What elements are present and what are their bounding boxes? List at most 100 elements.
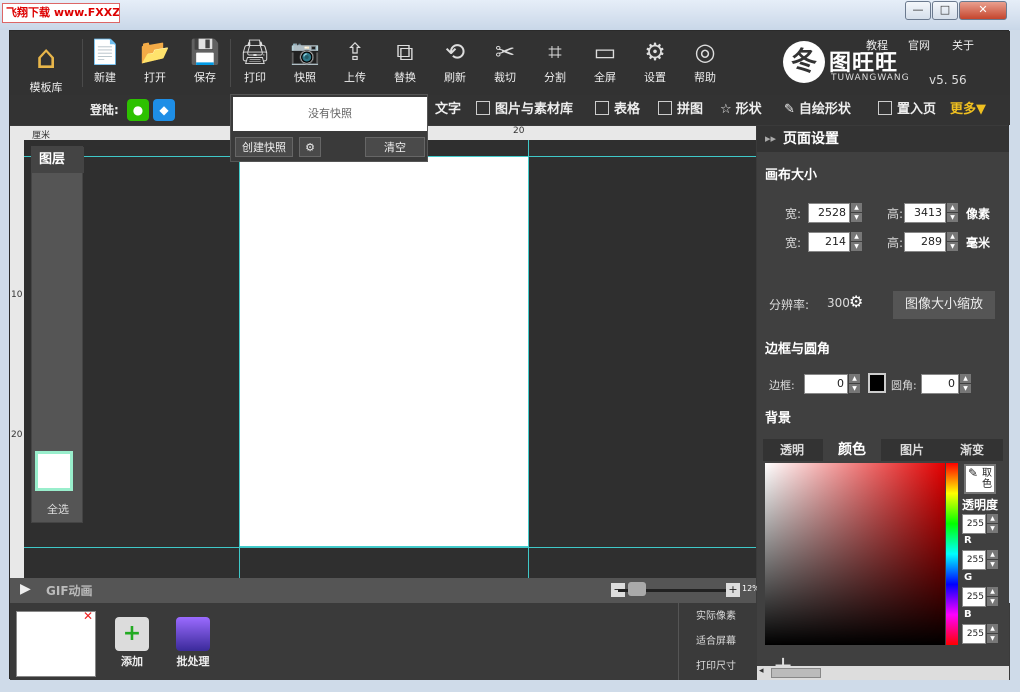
- height-mm-stepper[interactable]: ▲ ▼: [947, 232, 958, 252]
- snapshot-label: 快照: [294, 71, 316, 84]
- close-button[interactable]: ✕: [959, 1, 1007, 20]
- image-library-tool[interactable]: 图片与素材库: [476, 99, 573, 121]
- border-input[interactable]: 0: [804, 374, 848, 394]
- fit-screen-button[interactable]: 适合屏幕: [682, 630, 750, 654]
- color-picker-area[interactable]: [765, 463, 945, 645]
- width-px-input[interactable]: 2528: [808, 203, 850, 223]
- settings-button[interactable]: ⚙ 设置: [632, 37, 678, 95]
- collapse-icon[interactable]: ▸▸: [765, 126, 776, 152]
- delete-frame-icon[interactable]: ✕: [83, 609, 93, 623]
- template-library-button[interactable]: ⌂ 模板库: [18, 37, 74, 95]
- tab-gradient[interactable]: 渐变: [943, 439, 1001, 461]
- help-button[interactable]: ◎ 帮助: [682, 37, 728, 95]
- version-label: v5. 56: [929, 73, 967, 87]
- r-label: R: [964, 535, 972, 546]
- tutorial-link[interactable]: 教程: [866, 37, 888, 53]
- tab-color[interactable]: 颜色: [823, 439, 881, 461]
- batch-process-button[interactable]: 批处理: [173, 617, 213, 668]
- clear-snapshots-button[interactable]: 清空: [365, 137, 425, 157]
- play-icon[interactable]: ▶: [20, 581, 31, 597]
- text-tool[interactable]: 文字: [435, 99, 461, 121]
- b-input[interactable]: 255: [962, 624, 986, 644]
- ruler-unit: 厘米: [32, 131, 51, 141]
- border-color-swatch[interactable]: [868, 373, 886, 393]
- gif-frame-thumbnail[interactable]: ✕: [16, 609, 96, 677]
- height-mm-input[interactable]: 289: [904, 232, 946, 252]
- collage-tool[interactable]: 拼图: [658, 99, 703, 121]
- opacity-stepper[interactable]: ▲ ▼: [987, 514, 998, 534]
- upload-button[interactable]: ⇪ 上传: [332, 37, 378, 95]
- dpi-gear-icon[interactable]: ⚙: [849, 292, 863, 311]
- add-frame-button[interactable]: + 添加: [112, 617, 152, 668]
- printer-icon: 🖨: [239, 38, 271, 66]
- height-px-stepper[interactable]: ▲ ▼: [947, 203, 958, 223]
- shape-tool[interactable]: ☆ 形状: [720, 99, 762, 121]
- minimize-button[interactable]: —: [905, 1, 931, 20]
- border-heading: 边框与圆角: [765, 342, 831, 357]
- select-all-button[interactable]: 全选: [32, 498, 84, 522]
- r-stepper[interactable]: ▲ ▼: [987, 550, 998, 570]
- print-label: 打印: [244, 71, 266, 84]
- scroll-left-icon[interactable]: ◂: [759, 666, 764, 676]
- opacity-input[interactable]: 255: [962, 514, 986, 534]
- g-label: G: [964, 572, 973, 583]
- zoom-slider-handle[interactable]: [628, 582, 646, 596]
- logo-icon: 冬: [783, 41, 825, 83]
- more-menu[interactable]: 更多▼: [950, 99, 986, 121]
- star-icon: ☆: [720, 102, 732, 117]
- table-tool[interactable]: 表格: [595, 99, 640, 121]
- save-icon: 💾: [190, 38, 220, 66]
- radius-input[interactable]: 0: [921, 374, 959, 394]
- canvas-page[interactable]: [239, 156, 529, 547]
- insert-page-tool[interactable]: 置入页: [878, 99, 936, 121]
- border-stepper[interactable]: ▲ ▼: [849, 374, 860, 394]
- fullscreen-button[interactable]: ▭ 全屏: [582, 37, 628, 95]
- tab-image[interactable]: 图片: [883, 439, 941, 461]
- crop-button[interactable]: ✂ 裁切: [482, 37, 528, 95]
- split-label: 分割: [544, 71, 566, 84]
- print-size-button[interactable]: 打印尺寸: [682, 655, 750, 679]
- tab-transparent[interactable]: 透明: [763, 439, 821, 461]
- width-px-stepper[interactable]: ▲ ▼: [851, 203, 862, 223]
- radius-stepper[interactable]: ▲ ▼: [960, 374, 971, 394]
- width-mm-label: 宽:: [785, 236, 802, 250]
- refresh-label: 刷新: [444, 71, 466, 84]
- scrollbar-thumb[interactable]: [771, 668, 821, 678]
- g-input[interactable]: 255: [962, 587, 986, 607]
- refresh-button[interactable]: ⟲ 刷新: [432, 37, 478, 95]
- create-snapshot-button[interactable]: 创建快照: [235, 137, 293, 157]
- horizontal-scrollbar[interactable]: ◂: [757, 666, 1009, 680]
- snapshot-button[interactable]: 📷 快照: [282, 37, 328, 95]
- website-link[interactable]: 官网: [908, 37, 930, 53]
- r-input[interactable]: 255: [962, 550, 986, 570]
- height-px-input[interactable]: 3413: [904, 203, 946, 223]
- print-button[interactable]: 🖨 打印: [232, 37, 278, 95]
- actual-pixels-button[interactable]: 实际像素: [682, 605, 750, 629]
- help-icon: ◎: [694, 38, 716, 66]
- wechat-login-icon[interactable]: ●: [127, 99, 149, 121]
- layer-thumbnail[interactable]: [35, 451, 73, 491]
- replace-icon: ⧉: [396, 38, 414, 66]
- image-resize-button[interactable]: 图像大小缩放: [893, 291, 995, 319]
- new-file-icon: 📄: [90, 38, 120, 66]
- b-stepper[interactable]: ▲ ▼: [987, 624, 998, 644]
- canvas-area[interactable]: 厘米 20 10 20: [10, 126, 756, 578]
- open-button[interactable]: 📂 打开: [132, 37, 178, 95]
- draw-shape-label: 自绘形状: [798, 102, 851, 117]
- g-stepper[interactable]: ▲ ▼: [987, 587, 998, 607]
- save-button[interactable]: 💾 保存: [182, 37, 228, 95]
- replace-button[interactable]: ⧉ 替换: [382, 37, 428, 95]
- snapshot-settings-gear-icon[interactable]: ⚙: [299, 137, 321, 157]
- maximize-button[interactable]: □: [932, 1, 958, 20]
- about-link[interactable]: 关于: [952, 37, 974, 53]
- width-mm-stepper[interactable]: ▲ ▼: [851, 232, 862, 252]
- eyedropper-button[interactable]: ✎ 取色: [964, 464, 996, 494]
- draw-shape-tool[interactable]: ✎ 自绘形状: [784, 99, 851, 121]
- qq-login-icon[interactable]: ◆: [153, 99, 175, 121]
- zoom-in-button[interactable]: +: [726, 583, 740, 597]
- hue-slider[interactable]: [946, 463, 958, 645]
- monitor-icon: ▭: [593, 38, 617, 66]
- new-button[interactable]: 📄 新建: [82, 37, 128, 95]
- width-mm-input[interactable]: 214: [808, 232, 850, 252]
- split-button[interactable]: ⌗ 分割: [532, 37, 578, 95]
